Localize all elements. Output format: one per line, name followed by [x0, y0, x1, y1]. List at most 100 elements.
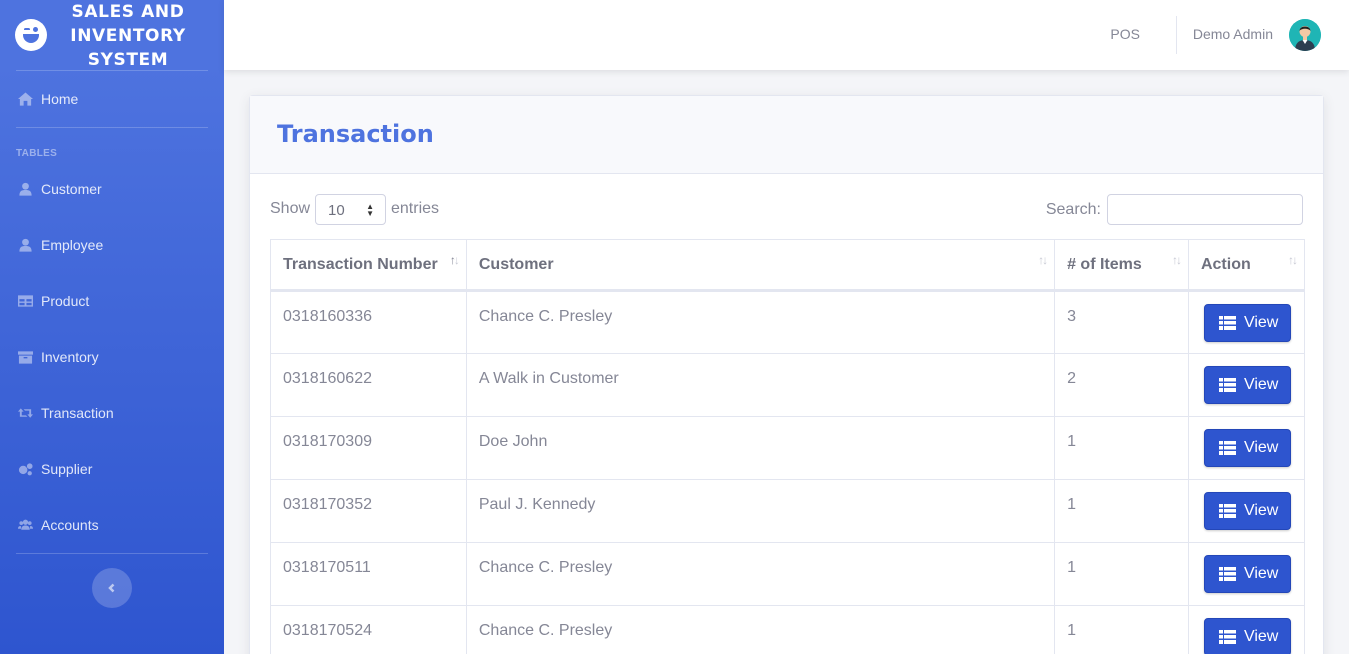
entries-select-value: 10	[328, 202, 345, 219]
column-header-action[interactable]: Action ↑↓	[1187, 239, 1306, 292]
column-header-label: # of Items	[1067, 255, 1142, 273]
sort-icon: ↑↓	[1171, 253, 1182, 267]
search-input[interactable]	[1107, 194, 1303, 225]
sort-icon: ↑↓	[1038, 253, 1048, 267]
sort-icon: ↑↓	[1288, 253, 1298, 267]
transaction-card: Transaction Show 10 ▲ ▼ entries Search: T…	[249, 95, 1324, 654]
list-icon	[1218, 441, 1236, 455]
sidebar-heading: TABLES	[16, 148, 58, 159]
sidebar-item-accounts[interactable]: Accounts	[0, 497, 224, 553]
brand-text: SALES AND INVENTORY SYSTEM	[70, 2, 186, 70]
laugh-wink-icon	[15, 19, 47, 51]
sidebar-item-supplier[interactable]: Supplier	[0, 441, 224, 497]
entries-label: entries	[391, 200, 440, 217]
cell-transaction-number: 0318170511	[270, 542, 467, 606]
sidebar-item-label: Supplier	[41, 461, 93, 477]
entries-select[interactable]: 10 ▲ ▼	[315, 194, 386, 225]
cell-customer: Doe John	[465, 416, 1056, 480]
column-header-transaction-number[interactable]: Transaction Number ↑↓	[270, 239, 467, 292]
view-button-label: View	[1243, 439, 1279, 456]
sidebar-item-employee[interactable]: Employee	[0, 217, 224, 273]
cell-action: View	[1187, 542, 1306, 606]
table-row: 0318160336 Chance C. Presley 3 View	[270, 290, 1306, 354]
cell-customer: Chance C. Presley	[465, 605, 1056, 654]
cell-transaction-number: 0318170524	[270, 605, 467, 654]
archive-icon	[17, 350, 33, 364]
view-button-label: View	[1243, 628, 1279, 645]
cell-action: View	[1187, 605, 1306, 654]
brand[interactable]: SALES AND INVENTORY SYSTEM	[0, 0, 224, 70]
topbar: POS Demo Admin	[224, 0, 1349, 70]
user-icon	[17, 182, 33, 196]
view-button-label: View	[1243, 565, 1279, 582]
page-title: Transaction	[277, 120, 434, 148]
sidebar-item-home[interactable]: Home	[0, 71, 224, 127]
view-button[interactable]: View	[1203, 555, 1291, 593]
select-arrows-icon: ▲ ▼	[366, 202, 374, 218]
column-header-label: Transaction Number	[283, 255, 438, 273]
cell-action: View	[1187, 479, 1306, 543]
cell-items: 2	[1054, 353, 1189, 417]
search-label: Search:	[1045, 201, 1101, 218]
card-header: Transaction	[250, 96, 1323, 174]
sidebar-item-transaction[interactable]: Transaction	[0, 385, 224, 441]
sidebar-item-inventory[interactable]: Inventory	[0, 329, 224, 385]
list-icon	[1218, 504, 1236, 518]
list-icon	[1218, 630, 1236, 644]
list-icon	[1218, 567, 1236, 581]
avatar[interactable]	[1289, 19, 1321, 51]
view-button[interactable]: View	[1203, 304, 1291, 342]
sidebar: SALES AND INVENTORY SYSTEM Home TABLES C…	[0, 0, 224, 654]
cell-items: 3	[1054, 290, 1189, 354]
sidebar-item-customer[interactable]: Customer	[0, 161, 224, 217]
chevron-left-icon	[108, 583, 115, 593]
sidebar-item-label: Home	[41, 91, 79, 107]
sidebar-item-label: Accounts	[41, 517, 99, 533]
show-label: Show	[270, 200, 311, 217]
cell-transaction-number: 0318170309	[270, 416, 467, 480]
table-row: 0318170352 Paul J. Kennedy 1 View	[270, 479, 1306, 543]
retweet-icon	[17, 406, 33, 420]
cell-customer: Paul J. Kennedy	[465, 479, 1056, 543]
sidebar-item-label: Employee	[41, 237, 104, 253]
sidebar-item-product[interactable]: Product	[0, 273, 224, 329]
column-header-customer[interactable]: Customer ↑↓	[465, 239, 1056, 292]
view-button[interactable]: View	[1203, 429, 1291, 467]
home-icon	[17, 92, 33, 106]
cell-items: 1	[1054, 542, 1189, 606]
view-button[interactable]: View	[1203, 618, 1291, 654]
column-header-label: Customer	[478, 255, 554, 273]
list-icon	[1218, 316, 1236, 330]
column-header-items[interactable]: # of Items ↑↓	[1054, 239, 1189, 292]
view-button-label: View	[1243, 376, 1279, 393]
cell-transaction-number: 0318170352	[270, 479, 467, 543]
table-row: 0318170309 Doe John 1 View	[270, 416, 1306, 480]
view-button[interactable]: View	[1203, 366, 1291, 404]
cogs-icon	[17, 462, 33, 476]
cell-customer: Chance C. Presley	[465, 542, 1056, 606]
view-button-label: View	[1243, 502, 1279, 519]
sidebar-item-label: Inventory	[41, 349, 99, 365]
sidebar-item-label: Product	[41, 293, 90, 309]
cell-action: View	[1187, 290, 1306, 354]
table-row: 0318170511 Chance C. Presley 1 View	[270, 542, 1306, 606]
cell-action: View	[1187, 353, 1306, 417]
cell-items: 1	[1054, 479, 1189, 543]
sort-asc-icon: ↑↓	[449, 253, 460, 267]
cell-customer: Chance C. Presley	[465, 290, 1056, 354]
table-row: 0318160622 A Walk in Customer 2 View	[270, 353, 1306, 417]
sidebar-toggle-button[interactable]	[92, 568, 132, 608]
table-icon	[17, 294, 33, 308]
pos-link[interactable]: POS	[1110, 26, 1140, 42]
cell-transaction-number: 0318160336	[270, 290, 467, 354]
users-icon	[17, 518, 33, 532]
sidebar-divider	[16, 553, 208, 554]
sidebar-item-label: Transaction	[41, 405, 114, 421]
view-button[interactable]: View	[1203, 492, 1291, 530]
list-icon	[1218, 378, 1236, 392]
user-icon	[17, 238, 33, 252]
cell-items: 1	[1054, 605, 1189, 654]
cell-customer: A Walk in Customer	[465, 353, 1056, 417]
user-name[interactable]: Demo Admin	[1193, 26, 1273, 42]
sidebar-item-label: Customer	[41, 181, 102, 197]
